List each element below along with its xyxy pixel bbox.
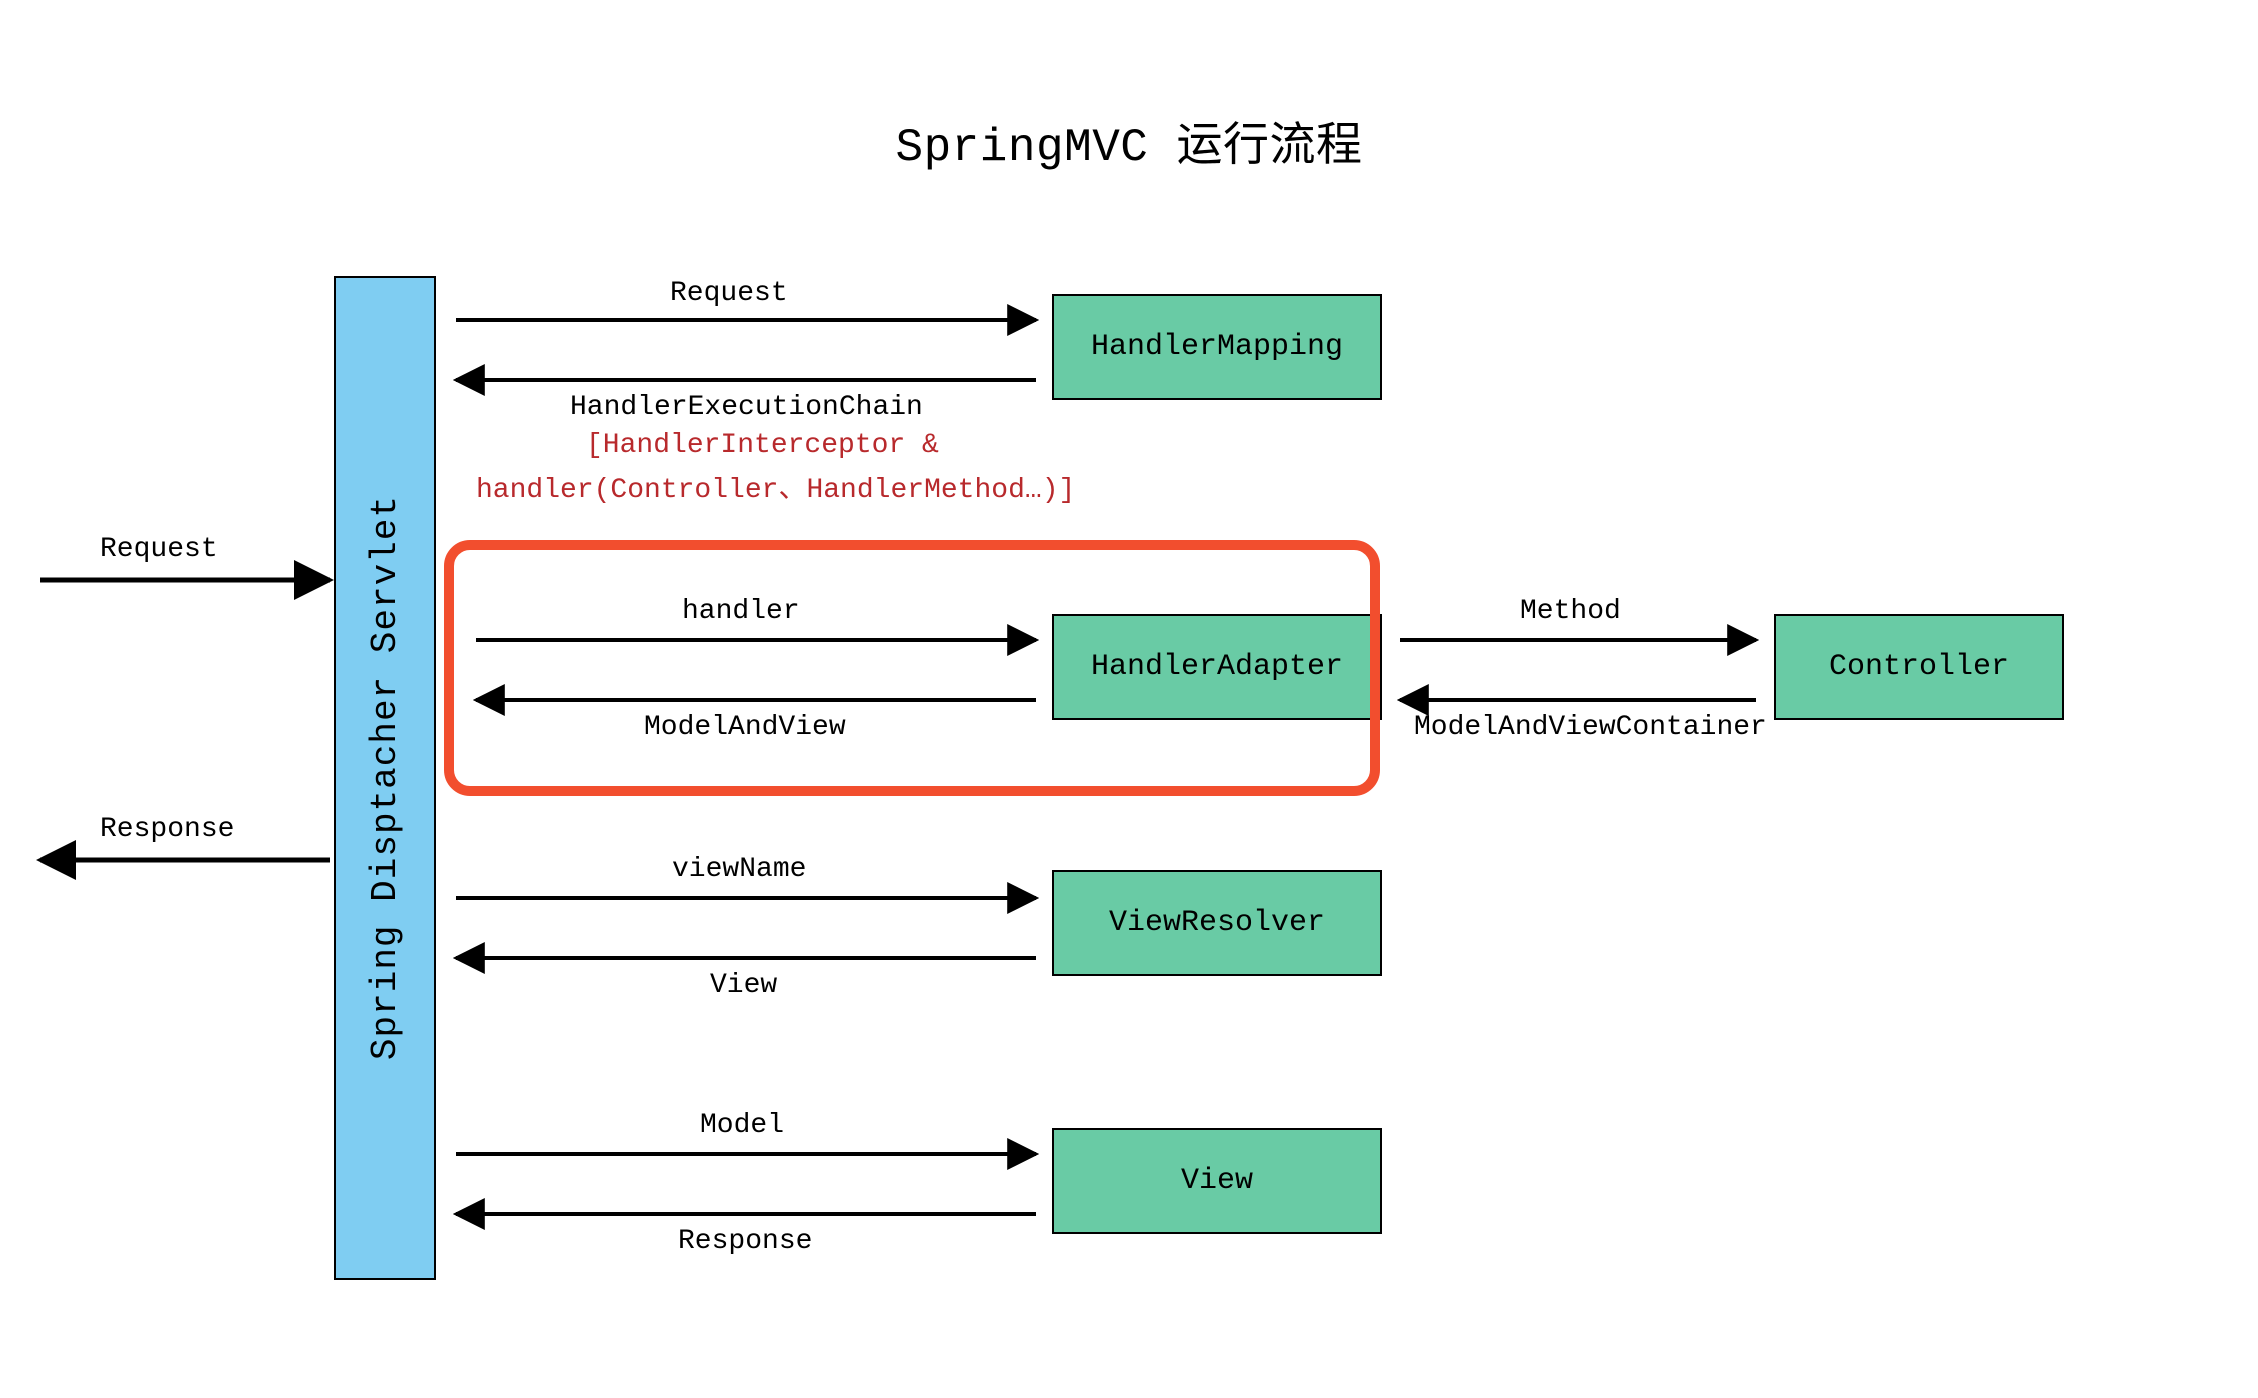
label-handler: handler — [682, 596, 800, 627]
label-interceptor: [HandlerInterceptor & — [586, 430, 939, 461]
label-method: Method — [1520, 596, 1621, 627]
label-handler-controller: handler(Controller、HandlerMethod…)] — [476, 466, 1075, 506]
box-dispatcher-servlet: Spring Disptacher Servlet — [334, 276, 436, 1280]
label-request: Request — [670, 278, 788, 309]
box-handler-adapter: HandlerAdapter — [1052, 614, 1382, 720]
label-view-return: View — [710, 970, 777, 1001]
label-model: Model — [700, 1110, 784, 1141]
box-view-resolver: ViewResolver — [1052, 870, 1382, 976]
box-handler-mapping: HandlerMapping — [1052, 294, 1382, 400]
dispatcher-label: Spring Disptacher Servlet — [365, 495, 406, 1060]
label-ext-response: Response — [100, 814, 234, 845]
label-mav-container: ModelAndViewContainer — [1414, 712, 1767, 743]
label-ext-request: Request — [100, 534, 218, 565]
diagram-title: SpringMVC 运行流程 — [0, 108, 2258, 174]
label-handler-execution-chain: HandlerExecutionChain — [570, 392, 923, 423]
label-model-and-view: ModelAndView — [644, 712, 846, 743]
label-response: Response — [678, 1226, 812, 1257]
label-view-name: viewName — [672, 854, 806, 885]
box-controller: Controller — [1774, 614, 2064, 720]
box-view: View — [1052, 1128, 1382, 1234]
